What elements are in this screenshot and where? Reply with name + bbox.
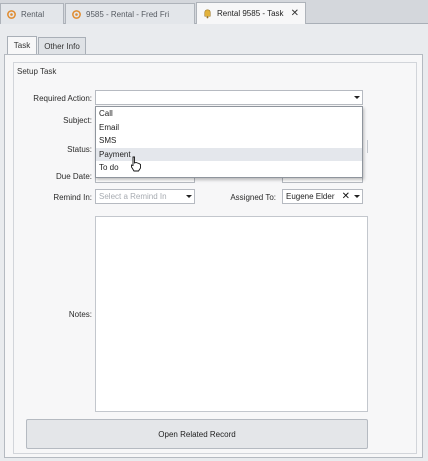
required-action-label: Required Action: (33, 94, 92, 103)
assigned-to-label: Assigned To: (230, 193, 276, 202)
assigned-to-value: Eugene Elder (286, 192, 335, 201)
document-tab-strip: Rental 9585 - Rental - Fred Fri Rental 9… (0, 0, 428, 24)
notes-textarea[interactable] (95, 216, 368, 412)
tab-task[interactable]: Task (7, 36, 37, 54)
chevron-down-icon[interactable] (351, 190, 362, 203)
chevron-down-icon[interactable] (183, 190, 194, 203)
bell-icon (204, 9, 211, 19)
group-title: Setup Task (15, 67, 59, 76)
gear-icon (72, 9, 81, 19)
chevron-down-icon[interactable] (351, 91, 362, 104)
required-action-select[interactable] (95, 90, 363, 105)
doc-tab-rental[interactable]: Rental (0, 3, 64, 24)
status-label: Status: (67, 145, 92, 154)
doc-tab-label: Rental (21, 9, 45, 19)
remind-in-placeholder: Select a Remind In (99, 192, 167, 201)
dropdown-option-sms[interactable]: SMS (96, 134, 362, 148)
open-related-record-button[interactable]: Open Related Record (26, 419, 368, 449)
remind-in-label: Remind In: (53, 193, 92, 202)
clear-icon[interactable]: ✕ (342, 190, 350, 203)
hand-cursor-icon (131, 156, 141, 172)
notes-label: Notes: (68, 310, 92, 319)
doc-tab-label: Rental 9585 - Task (217, 9, 284, 18)
scroll-tick (367, 140, 368, 153)
doc-tab-task[interactable]: Rental 9585 - Task ✕ (196, 2, 306, 24)
subject-label: Subject: (63, 116, 92, 125)
gear-icon (7, 9, 16, 19)
dropdown-option-email[interactable]: Email (96, 121, 362, 135)
assigned-to-select[interactable]: Eugene Elder ✕ (282, 189, 363, 204)
remind-in-select[interactable]: Select a Remind In (95, 189, 195, 204)
dropdown-option-call[interactable]: Call (96, 107, 362, 121)
doc-tab-fred[interactable]: 9585 - Rental - Fred Fri (65, 3, 195, 24)
due-date-label: Due Date: (55, 172, 92, 181)
doc-tab-label: 9585 - Rental - Fred Fri (86, 9, 170, 19)
tab-other-info[interactable]: Other Info (38, 37, 86, 54)
close-icon[interactable]: ✕ (291, 8, 299, 19)
